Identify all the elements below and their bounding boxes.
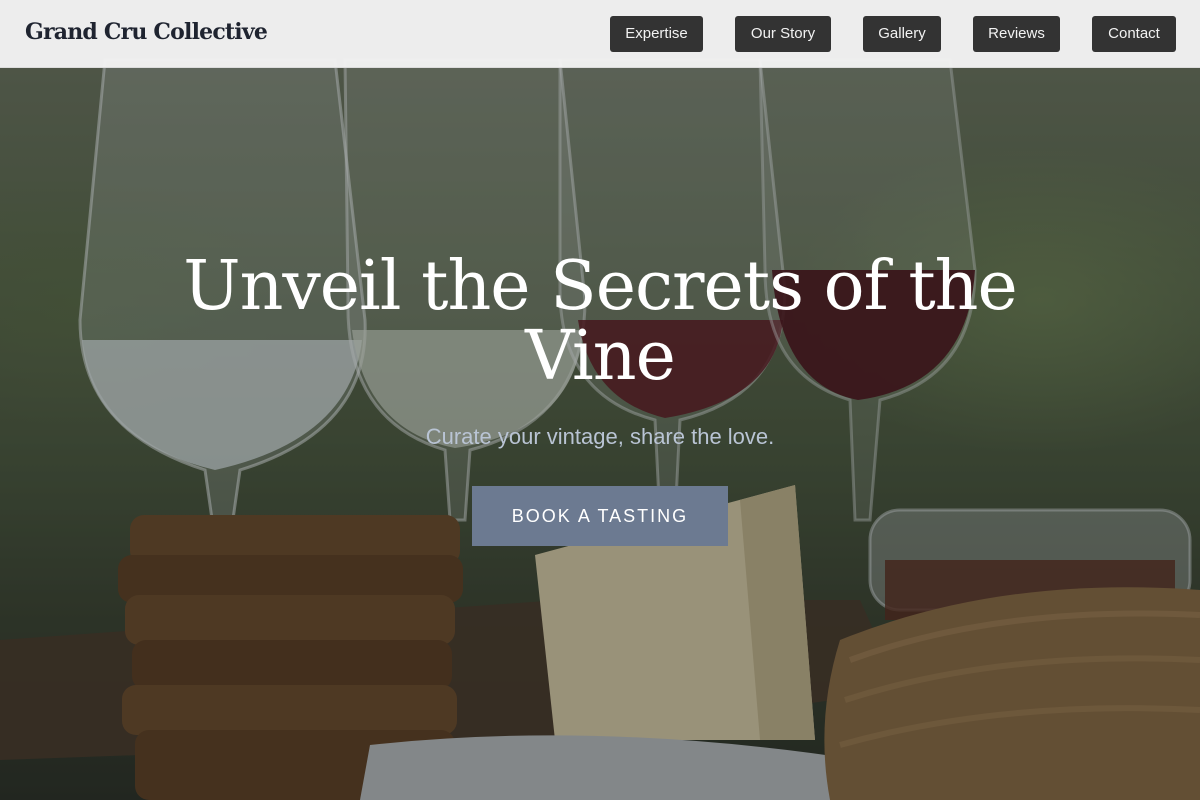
- nav-expertise-button[interactable]: Expertise: [610, 16, 703, 52]
- nav-our-story-button[interactable]: Our Story: [735, 16, 831, 52]
- brand-logo[interactable]: Grand Cru Collective: [25, 19, 268, 45]
- page: Grand Cru Collective Expertise Our Story…: [0, 0, 1200, 800]
- nav-contact-button[interactable]: Contact: [1092, 16, 1176, 52]
- hero-title: Unveil the Secrets of the Vine: [183, 247, 1017, 396]
- nav-gallery-button[interactable]: Gallery: [863, 16, 941, 52]
- nav-reviews-button[interactable]: Reviews: [973, 16, 1060, 52]
- hero-subtitle: Curate your vintage, share the love.: [425, 424, 775, 449]
- site-header: Grand Cru Collective Expertise Our Story…: [0, 0, 1200, 68]
- hero-dark-overlay: [0, 0, 1200, 800]
- book-tasting-button[interactable]: BOOK A TASTING: [472, 486, 728, 546]
